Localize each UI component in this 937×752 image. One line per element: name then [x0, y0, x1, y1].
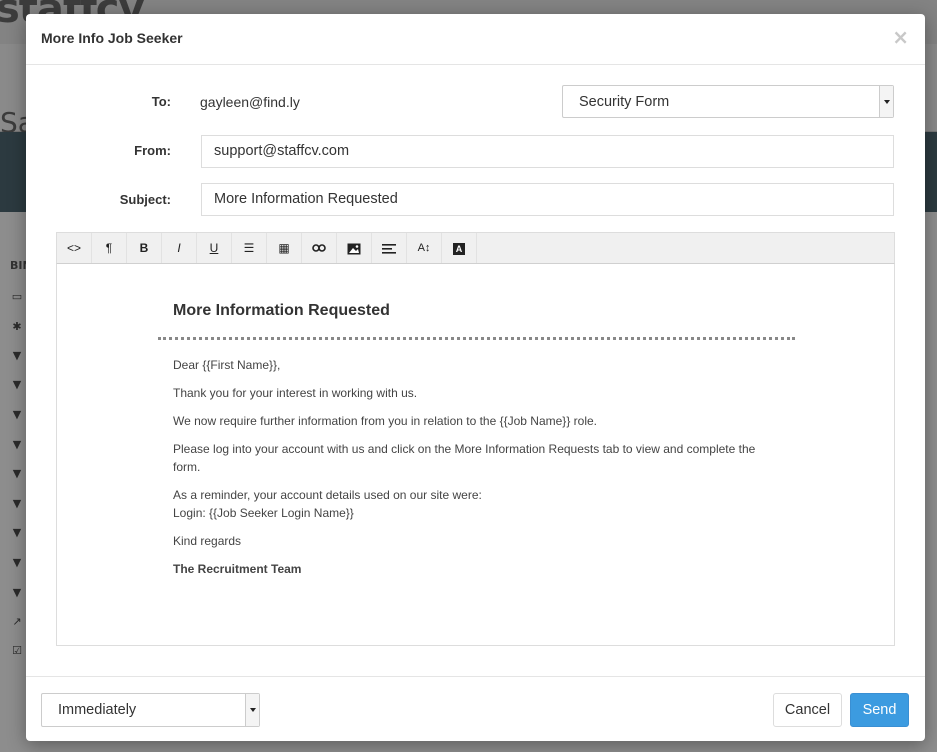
filter-icon: ▼	[12, 556, 22, 569]
send-button[interactable]: Send	[850, 693, 909, 727]
email-closing: Kind regards	[173, 534, 242, 548]
code-view-icon[interactable]: <>	[57, 233, 92, 263]
checkbox-icon: ☑	[12, 644, 22, 657]
external-link-icon: ↗	[12, 615, 22, 628]
italic-icon[interactable]: I	[162, 233, 197, 263]
email-heading: More Information Requested	[173, 302, 390, 319]
schedule-select[interactable]: Immediately	[41, 693, 260, 727]
template-select-value: Security Form	[579, 93, 670, 110]
email-paragraph: We now require further information from …	[173, 414, 598, 428]
align-icon[interactable]	[372, 233, 407, 263]
from-label: From:	[134, 143, 171, 158]
filter-icon: ▼	[12, 467, 22, 480]
dotted-divider	[158, 337, 795, 340]
align-icon	[382, 243, 396, 254]
to-value: gayleen@find.ly	[200, 94, 300, 110]
underline-icon[interactable]: U	[197, 233, 232, 263]
chevron-down-icon	[879, 86, 893, 117]
email-signature: The Recruitment Team	[173, 562, 302, 576]
filter-icon: ▼	[12, 586, 22, 599]
font-size-icon[interactable]: A↕	[407, 233, 442, 263]
subject-field[interactable]: More Information Requested	[201, 183, 894, 216]
chevron-down-icon	[245, 694, 259, 726]
editor-toolbar: <> ¶ B I U ☰ ▦ A↕ A	[56, 232, 895, 264]
list-icon[interactable]: ☰	[232, 233, 267, 263]
paragraph-icon[interactable]: ¶	[92, 233, 127, 263]
modal-footer: Immediately Cancel Send	[26, 676, 925, 741]
asterisk-icon: ✱	[12, 320, 22, 333]
filter-icon: ▼	[12, 408, 22, 421]
modal-title: More Info Job Seeker	[41, 30, 183, 46]
to-label: To:	[151, 94, 171, 109]
from-field[interactable]: support@staffcv.com	[201, 135, 894, 168]
email-paragraph: Please log into your account with us and…	[173, 442, 756, 474]
schedule-select-value: Immediately	[58, 702, 137, 718]
link-icon	[312, 244, 326, 252]
font-color-icon-glyph: A	[453, 242, 465, 255]
image-icon[interactable]	[337, 233, 372, 263]
subject-label: Subject:	[119, 192, 171, 207]
email-paragraph: Login: {{Job Seeker Login Name}}	[173, 506, 354, 520]
filter-icon: ▼	[12, 497, 22, 510]
font-color-icon[interactable]: A	[442, 233, 477, 263]
email-paragraph: Thank you for your interest in working w…	[173, 386, 418, 400]
filter-icon: ▼	[12, 526, 22, 539]
close-icon[interactable]: ×	[892, 27, 909, 47]
filter-icon: ▼	[12, 378, 22, 391]
email-body-editor[interactable]: More Information Requested Dear {{First …	[56, 264, 895, 646]
bold-icon[interactable]: B	[127, 233, 162, 263]
more-info-modal: More Info Job Seeker × To: gayleen@find.…	[26, 14, 925, 741]
email-greeting: Dear {{First Name}},	[173, 358, 281, 372]
email-paragraph: As a reminder, your account details used…	[173, 488, 482, 502]
filter-icon: ▼	[12, 438, 22, 451]
inbox-icon: ▭	[11, 290, 23, 303]
link-icon[interactable]	[302, 233, 337, 263]
modal-header: More Info Job Seeker ×	[26, 14, 925, 65]
cancel-button[interactable]: Cancel	[773, 693, 842, 727]
template-select[interactable]: Security Form	[562, 85, 894, 118]
filter-icon: ▼	[12, 349, 22, 362]
table-icon[interactable]: ▦	[267, 233, 302, 263]
image-icon	[347, 243, 361, 255]
